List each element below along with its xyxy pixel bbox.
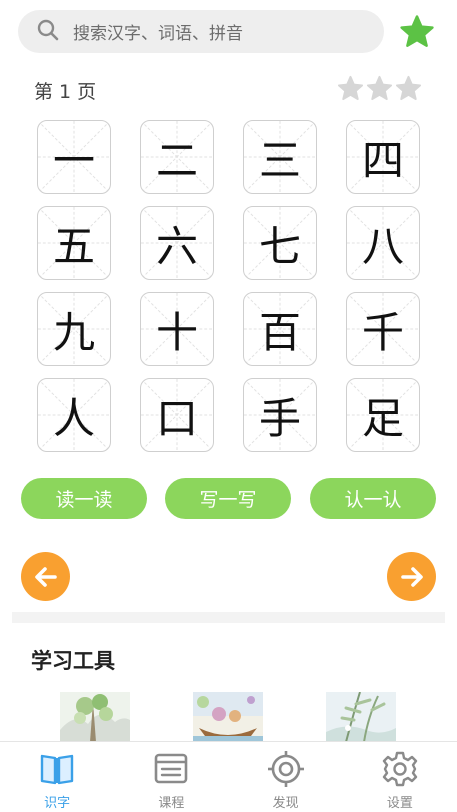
tool-thumbnail-boat[interactable]	[193, 692, 263, 742]
character-cell[interactable]: 三	[243, 120, 317, 194]
character-cell[interactable]: 人	[37, 378, 111, 452]
page-label: 第 1 页	[34, 81, 97, 103]
character-cell[interactable]: 手	[243, 378, 317, 452]
character-glyph: 六	[155, 221, 198, 271]
prev-page-button[interactable]	[21, 552, 70, 601]
section-divider	[12, 612, 445, 623]
next-page-button[interactable]	[387, 552, 436, 601]
search-icon	[36, 18, 60, 46]
character-cell[interactable]: 十	[140, 292, 214, 366]
character-cell[interactable]: 八	[346, 206, 420, 280]
character-cell[interactable]: 二	[140, 120, 214, 194]
character-cell[interactable]: 六	[140, 206, 214, 280]
character-cell[interactable]: 千	[346, 292, 420, 366]
tools-section-title: 学习工具	[31, 649, 115, 673]
write-button[interactable]: 写一写	[165, 478, 291, 519]
character-cell[interactable]: 一	[37, 120, 111, 194]
character-glyph: 人	[52, 393, 95, 443]
character-glyph: 口	[155, 393, 198, 443]
bottom-tab-bar: 识字 课程 发现 设置	[0, 741, 457, 812]
arrow-left-icon	[34, 566, 57, 587]
search-input[interactable]: 搜索汉字、词语、拼音	[18, 10, 384, 53]
character-glyph: 九	[52, 307, 95, 357]
character-glyph: 四	[361, 135, 404, 185]
arrow-right-icon	[400, 566, 423, 587]
star-rating	[337, 75, 422, 102]
tab-course[interactable]: 课程	[114, 742, 228, 812]
character-cell[interactable]: 七	[243, 206, 317, 280]
character-cell[interactable]: 四	[346, 120, 420, 194]
character-glyph: 一	[52, 135, 95, 185]
character-glyph: 十	[155, 307, 198, 357]
character-glyph: 手	[258, 393, 301, 443]
course-icon	[155, 753, 188, 784]
favorite-star-icon[interactable]	[399, 14, 435, 50]
recognize-button[interactable]: 认一认	[310, 478, 436, 519]
character-glyph: 七	[258, 221, 301, 271]
character-glyph: 二	[155, 135, 198, 185]
character-glyph: 五	[52, 221, 95, 271]
tab-label: 发现	[272, 796, 299, 811]
tool-thumbnail-landscape[interactable]	[60, 692, 130, 742]
tab-settings[interactable]: 设置	[343, 742, 457, 812]
read-button[interactable]: 读一读	[21, 478, 147, 519]
tab-label: 课程	[158, 796, 185, 811]
search-placeholder: 搜索汉字、词语、拼音	[73, 24, 243, 44]
character-cell[interactable]: 足	[346, 378, 420, 452]
character-glyph: 足	[361, 393, 404, 443]
target-icon	[267, 751, 304, 787]
rating-star-icon	[366, 75, 393, 101]
tab-discover[interactable]: 发现	[229, 742, 343, 812]
gear-icon	[382, 751, 418, 787]
character-grid: 一 二 三 四五 六 七 八九 十 百 千人 口 手 足	[37, 120, 420, 452]
tab-label: 设置	[386, 796, 413, 811]
character-cell[interactable]: 口	[140, 378, 214, 452]
tab-literacy[interactable]: 识字	[0, 742, 114, 812]
character-glyph: 三	[258, 135, 301, 185]
character-glyph: 八	[361, 221, 404, 271]
character-glyph: 百	[258, 307, 301, 357]
character-cell[interactable]: 五	[37, 206, 111, 280]
book-icon	[40, 754, 74, 785]
rating-star-icon	[337, 75, 364, 101]
tab-label: 识字	[44, 796, 71, 811]
character-cell[interactable]: 百	[243, 292, 317, 366]
character-cell[interactable]: 九	[37, 292, 111, 366]
character-glyph: 千	[361, 307, 404, 357]
rating-star-icon	[395, 75, 422, 101]
tool-thumbnail-bamboo[interactable]	[326, 692, 396, 742]
